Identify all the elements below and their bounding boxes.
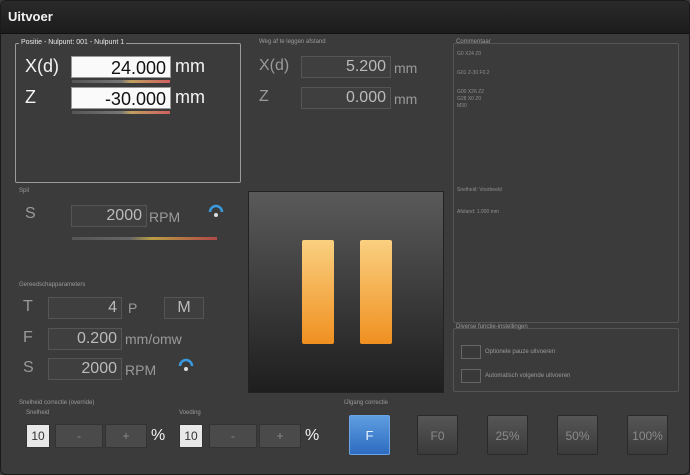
- tool-t-label: T: [23, 298, 33, 315]
- feed-label: Voeding: [179, 410, 201, 416]
- comment-extra-2: Afstand: 1.000 mm: [457, 209, 499, 215]
- position-z-unit: mm: [175, 87, 205, 107]
- distance-z-unit: mm: [394, 91, 418, 107]
- comment-line-4: G28 X0 Z0: [457, 96, 482, 102]
- option-1-checkbox[interactable]: [461, 345, 481, 359]
- spindle-rotation-icon: [208, 204, 224, 217]
- position-x-label: X(d): [25, 56, 60, 76]
- comment-extra-1: Snelheid: Voorbeeld: [457, 187, 502, 193]
- comment-line-3: G00 X26 Z2: [457, 89, 484, 95]
- option-2-label: Automatisch volgende uitvoeren: [485, 373, 571, 379]
- tool-t-value[interactable]: 4: [48, 297, 122, 319]
- tool-m-button[interactable]: M: [164, 297, 204, 319]
- tool-p-label: P: [128, 300, 138, 316]
- rapid-group-title: IJlgang correctie: [344, 400, 389, 406]
- uitvoer-window: Uitvoer Positie - Nulpunt: 001 - Nulpunt…: [0, 0, 690, 475]
- distance-x-unit: mm: [394, 60, 418, 76]
- comments-lines: G0 X24 Z0 G01 Z-30 F0.2 G00 X26 Z2 G28 X…: [457, 51, 490, 110]
- feed-plus-button[interactable]: +: [259, 424, 301, 448]
- tool-f-unit: mm/omw: [125, 331, 182, 347]
- speed-minus-button[interactable]: -: [55, 424, 103, 448]
- speed-percent: %: [151, 427, 166, 444]
- rapid-f0-button[interactable]: F0: [417, 415, 458, 455]
- tool-s-unit: RPM: [125, 362, 157, 378]
- pause-button[interactable]: [248, 191, 444, 393]
- distance-group-title: Weg af te leggen afstand: [259, 39, 326, 45]
- tool-f-label: F: [23, 329, 33, 346]
- spindle-value: 2000: [71, 205, 147, 227]
- pause-bar-right: [360, 240, 392, 344]
- option-2-checkbox[interactable]: [461, 369, 481, 383]
- speed-plus-button[interactable]: +: [105, 424, 147, 448]
- spindle-meter: [72, 237, 217, 240]
- title-bar[interactable]: Uitvoer: [1, 1, 689, 34]
- feed-minus-button[interactable]: -: [209, 424, 257, 448]
- spindle-unit: RPM: [149, 209, 181, 225]
- rapid-25-button[interactable]: 25%: [487, 415, 528, 455]
- comment-line-1: G0 X24 Z0: [457, 51, 482, 57]
- spindle-s-label: S: [25, 205, 36, 222]
- feed-value[interactable]: 10: [179, 424, 203, 448]
- feed-percent: %: [305, 427, 320, 444]
- distance-x-value: 5.200: [301, 56, 391, 78]
- distance-z-value: 0.000: [301, 87, 391, 109]
- override-group-title: Snelheid correctie (override): [19, 400, 95, 406]
- option-1-label: Optionele pauze uitvoeren: [485, 349, 556, 355]
- tool-group-title: Gereedschapparameters: [19, 282, 86, 288]
- comments-group-title: Commentaar: [456, 39, 491, 45]
- position-x-meter: [72, 80, 170, 83]
- speed-value[interactable]: 10: [26, 424, 50, 448]
- rapid-f-button[interactable]: F: [349, 415, 390, 455]
- tool-s-label: S: [23, 359, 34, 376]
- position-x-unit: mm: [175, 56, 205, 76]
- comment-line-2: G01 Z-30 F0.2: [457, 70, 490, 76]
- distance-z-label: Z: [259, 88, 269, 105]
- options-group-title: Diverse functie-instellingen: [456, 324, 528, 330]
- tool-s-value[interactable]: 2000: [48, 358, 122, 380]
- pause-bar-left: [302, 240, 334, 344]
- distance-x-label: X(d): [259, 57, 290, 74]
- position-z-label: Z: [25, 87, 36, 107]
- rapid-100-button[interactable]: 100%: [627, 415, 668, 455]
- position-z-meter: [72, 111, 170, 114]
- position-x-value: 24.000: [71, 56, 171, 78]
- window-title: Uitvoer: [8, 9, 53, 24]
- tool-f-value[interactable]: 0.200: [48, 328, 122, 350]
- position-group-title: Positie - Nulpunt: 001 - Nulpunt 1: [19, 39, 127, 46]
- spindle-group-title: Spil: [19, 188, 30, 194]
- tool-rotation-icon: [178, 358, 194, 371]
- comment-line-5: M30: [457, 103, 467, 109]
- speed-label: Snelheid: [26, 410, 50, 416]
- rapid-50-button[interactable]: 50%: [557, 415, 598, 455]
- position-z-value: -30.000: [71, 87, 171, 109]
- options-group: [453, 328, 679, 392]
